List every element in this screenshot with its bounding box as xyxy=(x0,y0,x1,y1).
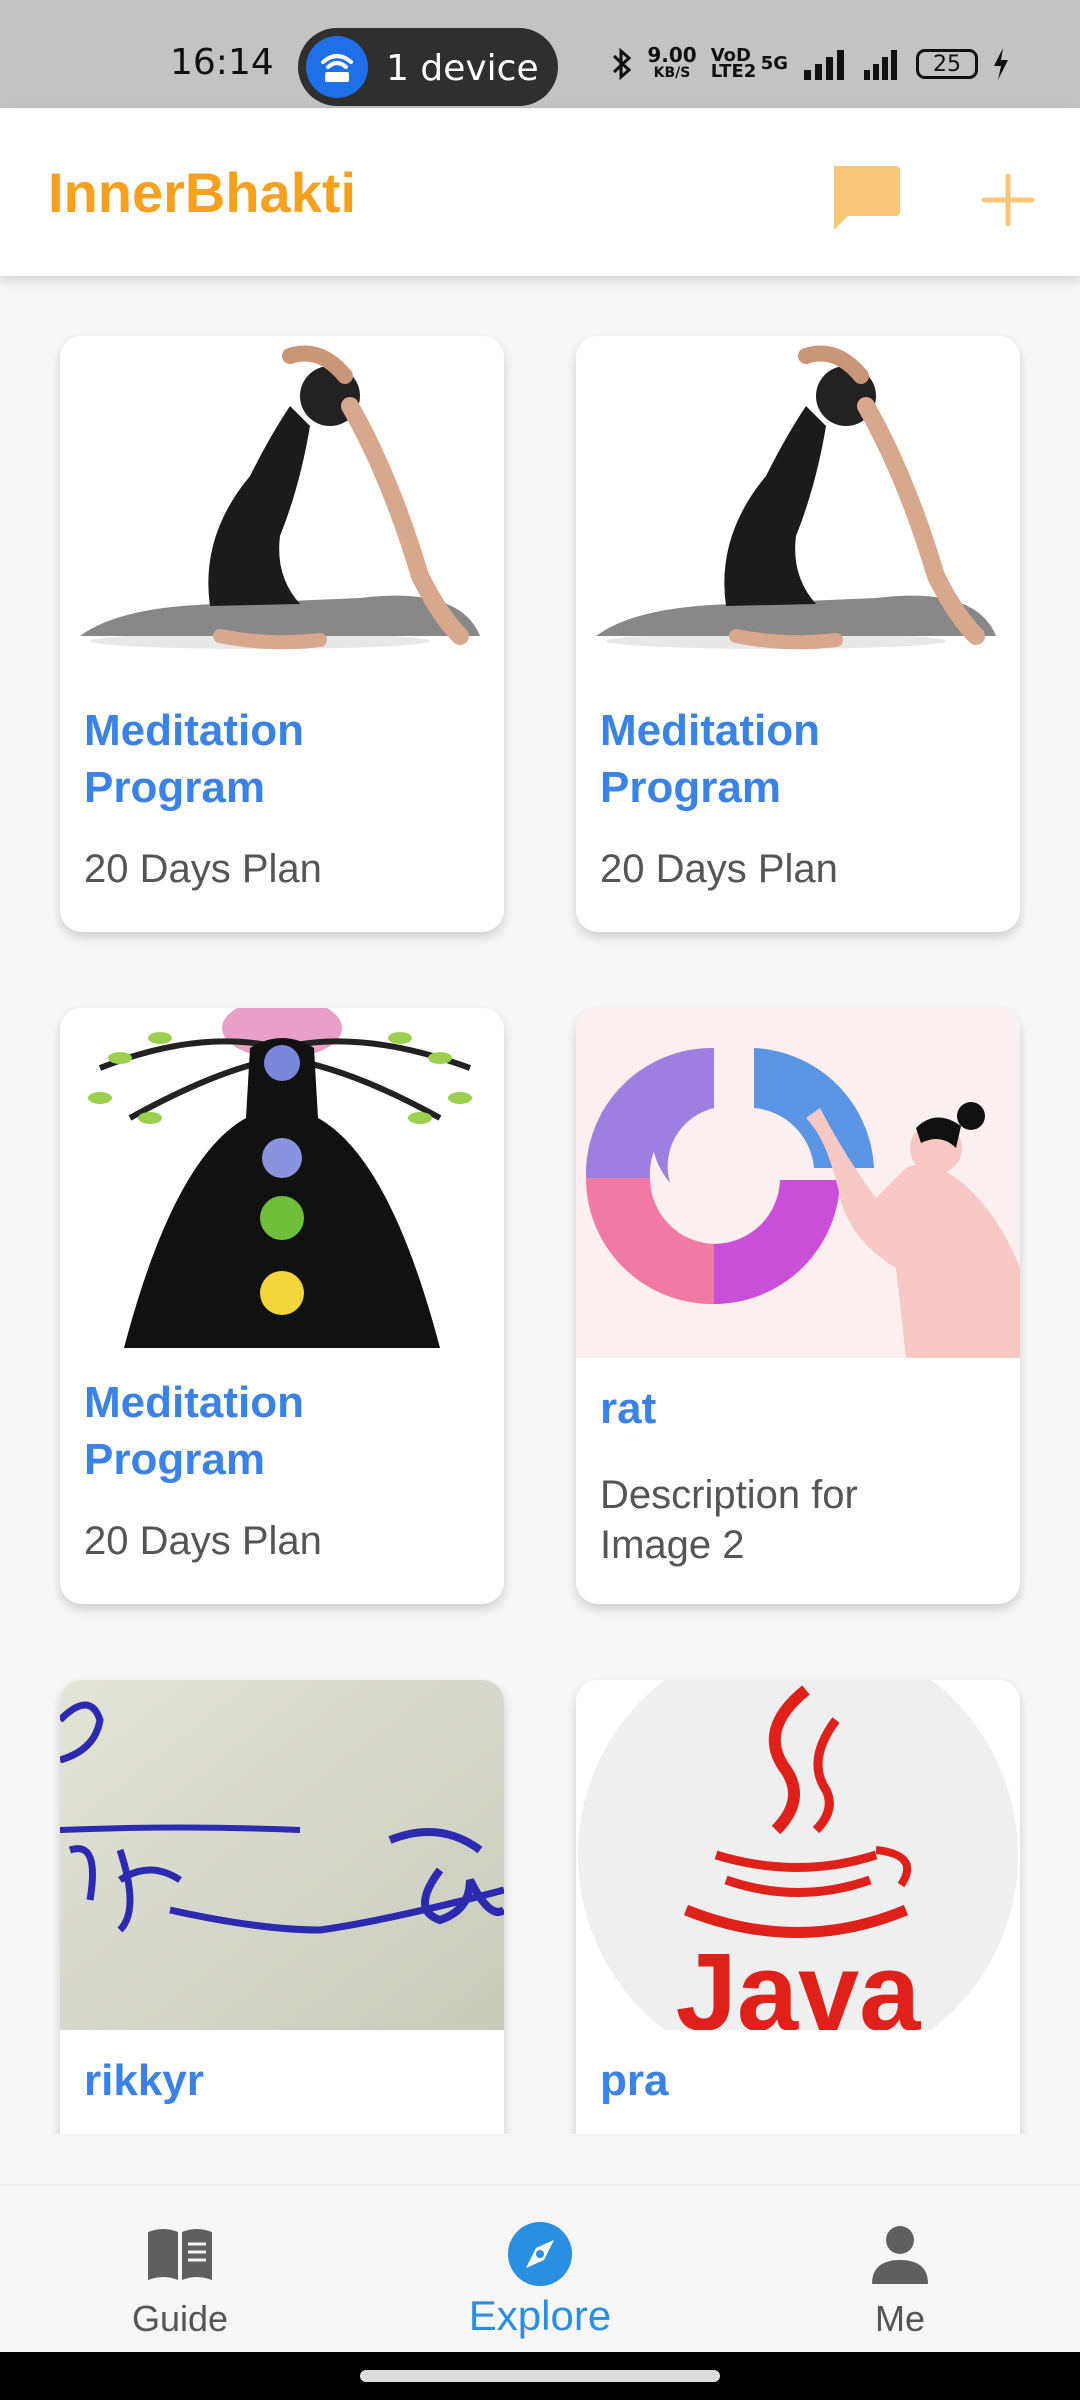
status-bar: 16:14 1 device 9.00 KB/S VoD LTE2 5G 25 xyxy=(0,0,1080,108)
book-icon xyxy=(148,2229,212,2280)
app-title: InnerBhakti xyxy=(48,161,357,224)
card-title: rat xyxy=(600,1380,656,1437)
hotspot-label: 1 device xyxy=(386,48,539,89)
chat-button[interactable] xyxy=(826,160,906,240)
charging-icon xyxy=(994,48,1008,80)
program-card[interactable]: rikkyr xyxy=(60,1680,504,2134)
card-description: Description for Image 2 xyxy=(600,1470,858,1570)
program-card[interactable]: Java pra xyxy=(576,1680,1020,2134)
compass-icon xyxy=(508,2222,572,2286)
java-logo-image: Java xyxy=(576,1680,1020,2030)
card-title: Meditation Program xyxy=(84,702,304,816)
bluetooth-icon xyxy=(613,47,632,81)
plus-icon xyxy=(981,173,1035,227)
person-icon xyxy=(872,2226,928,2284)
nav-label-guide: Guide xyxy=(131,2298,229,2339)
card-desc-line: 20 Days Plan xyxy=(84,1519,322,1563)
card-title: Meditation Program xyxy=(84,1374,304,1488)
nav-item-me[interactable]: Me xyxy=(800,2186,1000,2354)
card-title: Meditation Program xyxy=(600,702,820,816)
home-handle[interactable] xyxy=(360,2370,720,2382)
network-type: 5G xyxy=(760,53,788,74)
chakra-tree-image xyxy=(60,1008,504,1358)
status-time: 16:14 xyxy=(170,42,274,83)
card-description: 20 Days Plan xyxy=(84,1516,322,1566)
app-bar: InnerBhakti xyxy=(0,108,1080,276)
signal-icon xyxy=(804,50,844,80)
card-title-line: rikkyr xyxy=(84,2056,204,2105)
yoga-pose-image xyxy=(60,336,504,686)
java-logo-text: Java xyxy=(676,1931,922,2030)
card-title-line: Program xyxy=(84,763,265,812)
add-button[interactable] xyxy=(968,160,1048,240)
card-desc-line: 20 Days Plan xyxy=(600,847,838,891)
battery-icon: 25 xyxy=(916,49,978,79)
handwriting-photo xyxy=(60,1680,504,2030)
card-desc-line: Description for xyxy=(600,1473,858,1517)
card-description: 20 Days Plan xyxy=(84,844,322,894)
nav-item-explore[interactable]: Explore xyxy=(440,2186,640,2354)
program-card[interactable]: rat Description for Image 2 xyxy=(576,1008,1020,1604)
network-speed: 9.00 KB/S xyxy=(647,43,697,82)
system-gesture-bar xyxy=(0,2352,1080,2400)
card-title-line: Meditation xyxy=(84,706,304,755)
donut-chart-illustration xyxy=(576,1008,1020,1358)
nav-item-guide[interactable]: Guide xyxy=(80,2186,280,2354)
card-title-line: Meditation xyxy=(84,1378,304,1427)
program-grid: Meditation Program 20 Days Plan Meditati… xyxy=(0,276,1080,2134)
card-title: rikkyr xyxy=(84,2052,204,2109)
wifi-icon xyxy=(306,36,368,98)
card-description: 20 Days Plan xyxy=(600,844,838,894)
nav-label-explore: Explore xyxy=(468,2292,612,2339)
speed-value: 9.00 xyxy=(647,43,697,67)
program-card[interactable]: Meditation Program 20 Days Plan xyxy=(60,1008,504,1604)
bottom-navigation: Guide Explore Me xyxy=(0,2184,1080,2352)
card-title-line: Program xyxy=(84,1435,265,1484)
card-desc-line: 20 Days Plan xyxy=(84,847,322,891)
speed-unit: KB/S xyxy=(653,65,691,81)
program-card[interactable]: Meditation Program 20 Days Plan xyxy=(576,336,1020,932)
volte-badge: VoD LTE2 xyxy=(710,45,757,82)
card-title-line: pra xyxy=(600,2056,669,2105)
card-desc-line: Image 2 xyxy=(600,1523,745,1567)
nav-label-me: Me xyxy=(874,2298,925,2339)
hotspot-pill[interactable]: 1 device xyxy=(298,28,558,106)
card-title-line: Meditation xyxy=(600,706,820,755)
chat-bubble-icon xyxy=(834,166,900,230)
card-title: pra xyxy=(600,2052,668,2109)
card-title-line: Program xyxy=(600,763,781,812)
card-title-line: rat xyxy=(600,1384,657,1433)
signal-icon-2 xyxy=(864,50,897,80)
program-card[interactable]: Meditation Program 20 Days Plan xyxy=(60,336,504,932)
status-icons: 9.00 KB/S VoD LTE2 5G 25 xyxy=(611,44,1010,84)
yoga-pose-image xyxy=(576,336,1020,686)
